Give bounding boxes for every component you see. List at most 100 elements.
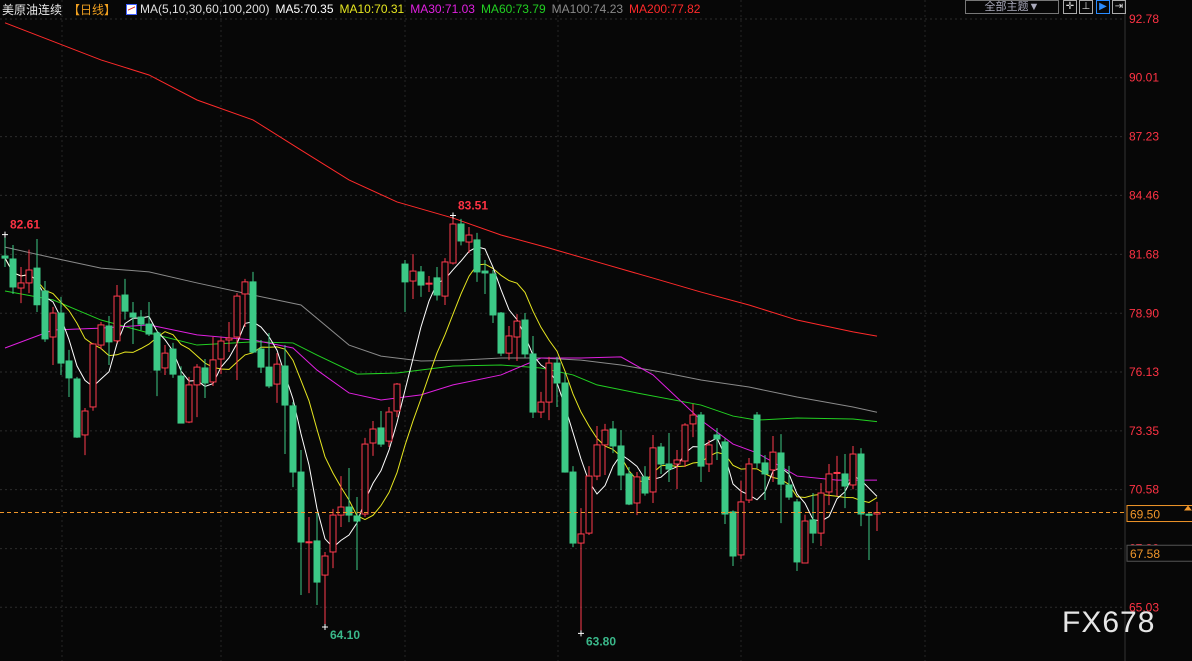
ma30-line: [4, 324, 877, 481]
candle: [49, 306, 57, 365]
candle: [857, 448, 865, 527]
candle-body-down: [865, 513, 873, 516]
candle: [641, 466, 649, 496]
candle-body-down: [433, 277, 441, 296]
candle-body-up: [209, 359, 217, 383]
candlestick-chart[interactable]: 92.78 90.01 87.23 84.46 81.68 78.90 76.13 73.35…: [0, 0, 1192, 661]
candle-body-up: [385, 411, 393, 442]
candle: [425, 275, 433, 293]
candle: [121, 278, 129, 320]
candle: [265, 332, 273, 389]
candle-body-down: [297, 471, 305, 543]
candle: [705, 440, 713, 473]
candle: [145, 302, 153, 336]
candle: [97, 321, 105, 350]
candle: [665, 433, 673, 483]
extreme-marker-icon: [2, 231, 8, 238]
candle-body-down: [65, 360, 73, 379]
candle: [657, 443, 665, 474]
candle-body-up: [409, 270, 417, 282]
candle: [41, 281, 49, 342]
candle-body-down: [353, 515, 361, 522]
candle-body-up: [305, 541, 313, 544]
candle: [529, 335, 537, 418]
ma-indicator-icon[interactable]: [126, 3, 138, 15]
candle-body-down: [57, 312, 65, 364]
candle-body-down: [153, 332, 161, 371]
candle: [713, 427, 721, 460]
candle-body-up: [89, 343, 97, 408]
candle: [569, 466, 577, 548]
extreme-price-label: 63.80: [586, 634, 616, 648]
candle: [385, 406, 393, 448]
range-icon[interactable]: ⊥: [1079, 0, 1093, 14]
candle-body-down: [177, 375, 185, 424]
price-axis: 92.78 90.01 87.23 84.46 81.68 78.90 76.13 73.35…: [1124, 0, 1159, 661]
candle-body-down: [489, 273, 497, 316]
candle: [313, 512, 321, 605]
candle-body-up: [161, 352, 169, 369]
candle-body-up: [681, 424, 689, 462]
period-label[interactable]: 【日线】: [68, 1, 116, 18]
candle-body-down: [777, 452, 785, 485]
candle-body-down: [665, 463, 673, 470]
candle-body-down: [561, 382, 569, 473]
candle-body-up: [337, 506, 345, 516]
candle-body-down: [345, 506, 353, 516]
candle-body-up: [673, 459, 681, 465]
candle-body-down: [793, 501, 801, 563]
candle-body-up: [577, 533, 585, 544]
candle-body-down: [809, 519, 817, 534]
candle-body-down: [41, 290, 49, 340]
candle: [817, 483, 825, 547]
candle: [649, 434, 657, 503]
candle: [849, 445, 857, 490]
candle-body-down: [105, 325, 113, 343]
candle: [521, 313, 529, 358]
candle-body-down: [713, 434, 721, 440]
candle: [585, 466, 593, 536]
candle: [377, 410, 385, 447]
candle-body-down: [281, 365, 289, 406]
candle-body-up: [545, 362, 553, 403]
candle-body-down: [145, 323, 153, 335]
candle: [577, 508, 585, 634]
candle: [505, 325, 513, 361]
candle: [673, 449, 681, 490]
candle: [457, 218, 465, 246]
last-price-label: 69.50: [1130, 508, 1160, 522]
candle: [185, 376, 193, 424]
candle-body-up: [361, 443, 369, 515]
candle-body-up: [233, 295, 241, 338]
candle-body-up: [185, 384, 193, 423]
candle-body-down: [33, 267, 41, 306]
candle-body-up: [537, 401, 545, 413]
candle-body-down: [249, 281, 257, 353]
candle-body-up: [17, 282, 25, 289]
candle: [57, 296, 65, 375]
candle: [241, 278, 249, 328]
candle-body-down: [697, 414, 705, 467]
candle-body-down: [121, 294, 129, 312]
candle: [617, 430, 625, 491]
crosshair-icon[interactable]: ✛: [1063, 0, 1077, 14]
move-right-icon[interactable]: ⇥: [1112, 0, 1126, 14]
candle: [257, 339, 265, 374]
candle-body-up: [393, 383, 401, 412]
candle-body-up: [633, 476, 641, 504]
candle: [441, 258, 449, 305]
candle-body-up: [769, 451, 777, 471]
candle: [281, 345, 289, 455]
candle: [201, 359, 209, 399]
candle: [321, 551, 329, 628]
ma200-value: MA200:77.82: [629, 2, 701, 16]
candle: [777, 434, 785, 524]
play-forward-icon[interactable]: ▶: [1096, 0, 1110, 14]
candle: [369, 420, 377, 456]
theme-dropdown[interactable]: 全部主题▼: [965, 0, 1059, 14]
candle: [433, 267, 441, 301]
candle: [273, 353, 281, 403]
candle-body-down: [265, 366, 273, 387]
candle: [393, 383, 401, 418]
y-tick-label: 73.35: [1129, 424, 1159, 438]
